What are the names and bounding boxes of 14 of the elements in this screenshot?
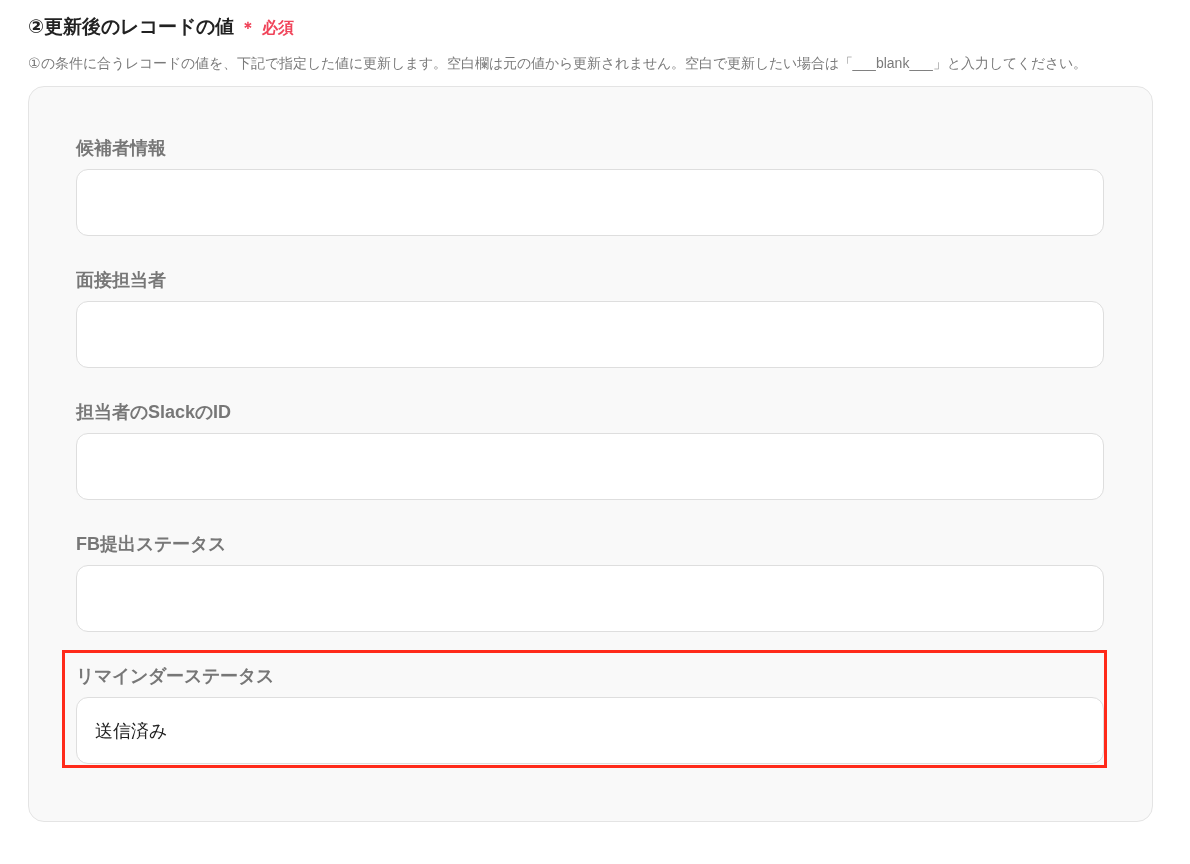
input-field[interactable] xyxy=(76,433,1104,500)
field-label: 候補者情報 xyxy=(76,137,167,159)
input-field[interactable] xyxy=(76,169,1104,236)
field-label: リマインダーステータス xyxy=(76,665,275,687)
field-label: 担当者のSlackのID xyxy=(76,401,233,423)
input-field[interactable] xyxy=(76,565,1104,632)
section-title: ②更新後のレコードの値 xyxy=(28,15,235,39)
required-asterisk: ＊ xyxy=(240,18,257,38)
section-description: ①の条件に合うレコードの値を、下記で指定した値に更新します。空白欄は元の値から更新されません。空白で更新したい場合は「___blank___」と入力してください。 xyxy=(28,54,1088,72)
field-label: FB提出ステータス xyxy=(76,533,227,555)
input-field[interactable] xyxy=(76,301,1104,368)
input-field[interactable]: 送信済み xyxy=(76,697,1104,764)
field-label: 面接担当者 xyxy=(76,269,167,291)
required-label: 必須 xyxy=(262,18,295,38)
